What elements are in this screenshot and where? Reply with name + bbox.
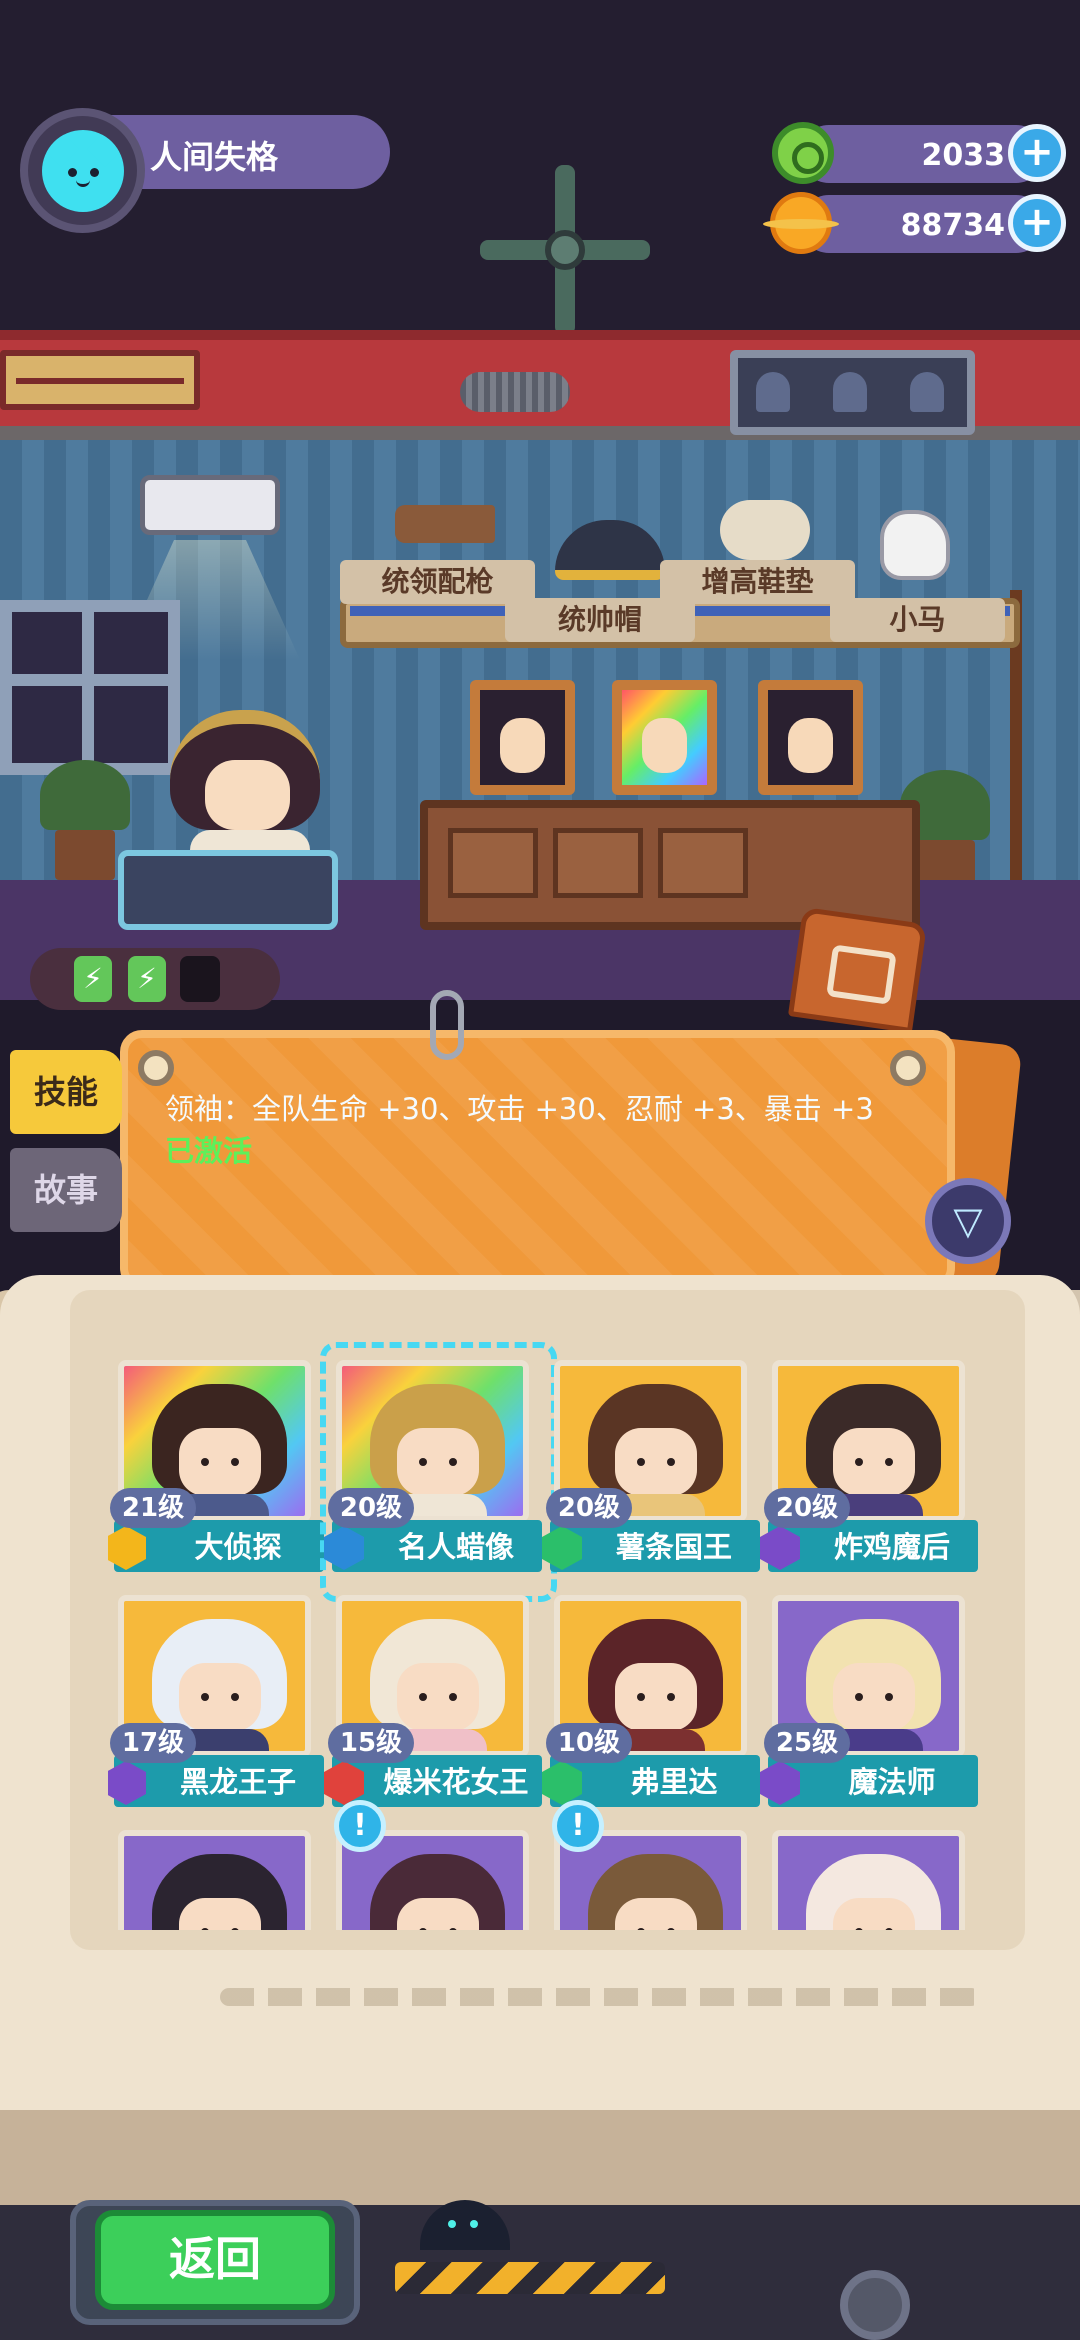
speaker-grille (460, 372, 570, 412)
character-name: 弗里达 (630, 1765, 718, 1799)
pin-icon (138, 1050, 174, 1086)
character-card[interactable]: 炸鸡魔后 20级 (760, 1360, 978, 1588)
character-name: 黑龙王子 (179, 1765, 296, 1799)
skill-description: 领袖：全队生命 +30、攻击 +30、忍耐 +3、暴击 +3 已激活 (165, 1088, 905, 1172)
battery-full-icon: ⚡ (128, 956, 166, 1002)
desk (420, 800, 920, 930)
character-grid: 大侦探 21级 名人蜡像 20级 薯条国王 20级 炸鸡魔后 20级 黑龙王子 17级 爆米花女王 1… (108, 1340, 978, 1930)
back-button[interactable]: 返回 (95, 2210, 335, 2310)
battery-full-icon: ⚡ (74, 956, 112, 1002)
character-level: 17级 (110, 1723, 196, 1763)
character-name: 爆米花女王 (383, 1765, 529, 1799)
player-avatar-frame[interactable] (20, 108, 145, 233)
character-level: 20级 (764, 1488, 850, 1528)
character-level: 20级 (546, 1488, 632, 1528)
character-portrait (772, 1830, 965, 1930)
pin-icon (890, 1050, 926, 1086)
coin-count: 88734 (900, 208, 1005, 243)
gallery-tab-icon[interactable] (787, 906, 928, 1034)
paper-clip-icon (430, 990, 464, 1060)
character-card[interactable]: 弗里达 10级 (542, 1595, 760, 1823)
pony-icon[interactable] (880, 510, 950, 580)
portrait-frame (612, 680, 717, 795)
gem-count: 2033 (921, 138, 1006, 173)
character-card[interactable]: 黑龙王子 17级 (108, 1595, 324, 1823)
character-name: 名人蜡像 (397, 1530, 514, 1564)
knob-icon (840, 2270, 910, 2340)
pistol-icon[interactable] (395, 505, 495, 543)
portrait-frame (470, 680, 575, 795)
plant-left-icon (40, 760, 130, 830)
shoe-insoles-icon[interactable] (720, 500, 810, 560)
character-card[interactable]: 大侦探 21级 (108, 1360, 324, 1588)
pot-left (55, 830, 115, 880)
character-card[interactable]: 名人蜡像 20级 (320, 1342, 557, 1602)
wax-machine (118, 850, 338, 930)
projector-icon (140, 475, 280, 535)
add-gems-button[interactable]: + (1008, 124, 1066, 182)
skill-status: 已激活 (165, 1134, 253, 1168)
character-card[interactable] (772, 1830, 965, 1930)
skill-description-text: 领袖：全队生命 +30、攻击 +30、忍耐 +3、暴击 +3 (165, 1092, 874, 1126)
battery-empty-icon (180, 956, 220, 1002)
character-level: 21级 (110, 1488, 196, 1528)
portrait-frame (758, 680, 863, 795)
room-window (0, 600, 180, 775)
character-level: 20级 (328, 1488, 414, 1528)
character-level: 25级 (764, 1723, 850, 1763)
shelf-item-label: 统领配枪 (340, 560, 535, 604)
faded-text-line (220, 1988, 980, 2006)
hazard-stripe (395, 2262, 665, 2294)
add-coins-button[interactable]: + (1008, 194, 1066, 252)
character-portrait (118, 1830, 311, 1930)
book-bottom-edge (0, 2110, 1080, 2210)
ghost-panel-decoration (730, 350, 975, 435)
shelf-item-label: 统帅帽 (505, 598, 695, 642)
shelf-item-label: 小马 (830, 598, 1005, 642)
tab-story[interactable]: 故事 (10, 1148, 122, 1232)
cat-avatar-icon (42, 130, 124, 212)
character-card[interactable]: 魔法师 25级 (760, 1595, 978, 1823)
filter-button[interactable]: ▽ (925, 1178, 1011, 1264)
shelf-item-label: 增高鞋垫 (660, 560, 855, 604)
character-name: 魔法师 (848, 1765, 936, 1799)
vent-decoration (0, 350, 200, 410)
character-card[interactable]: ! (552, 1800, 747, 1930)
character-name: 薯条国王 (615, 1530, 732, 1564)
tab-skill[interactable]: 技能 (10, 1050, 122, 1134)
character-level: 10级 (546, 1723, 632, 1763)
new-alert-icon: ! (334, 1800, 386, 1852)
player-name: 人间失格 (150, 138, 279, 176)
character-card[interactable]: 薯条国王 20级 (542, 1360, 760, 1588)
character-name: 炸鸡魔后 (833, 1530, 950, 1564)
character-name: 大侦探 (194, 1530, 282, 1564)
character-card[interactable] (118, 1830, 311, 1930)
character-card[interactable]: 爆米花女王 15级 (324, 1595, 542, 1823)
new-alert-icon: ! (552, 1800, 604, 1852)
character-card[interactable]: ! (334, 1800, 529, 1930)
ceiling-fan-icon (480, 165, 650, 335)
character-level: 15级 (328, 1723, 414, 1763)
